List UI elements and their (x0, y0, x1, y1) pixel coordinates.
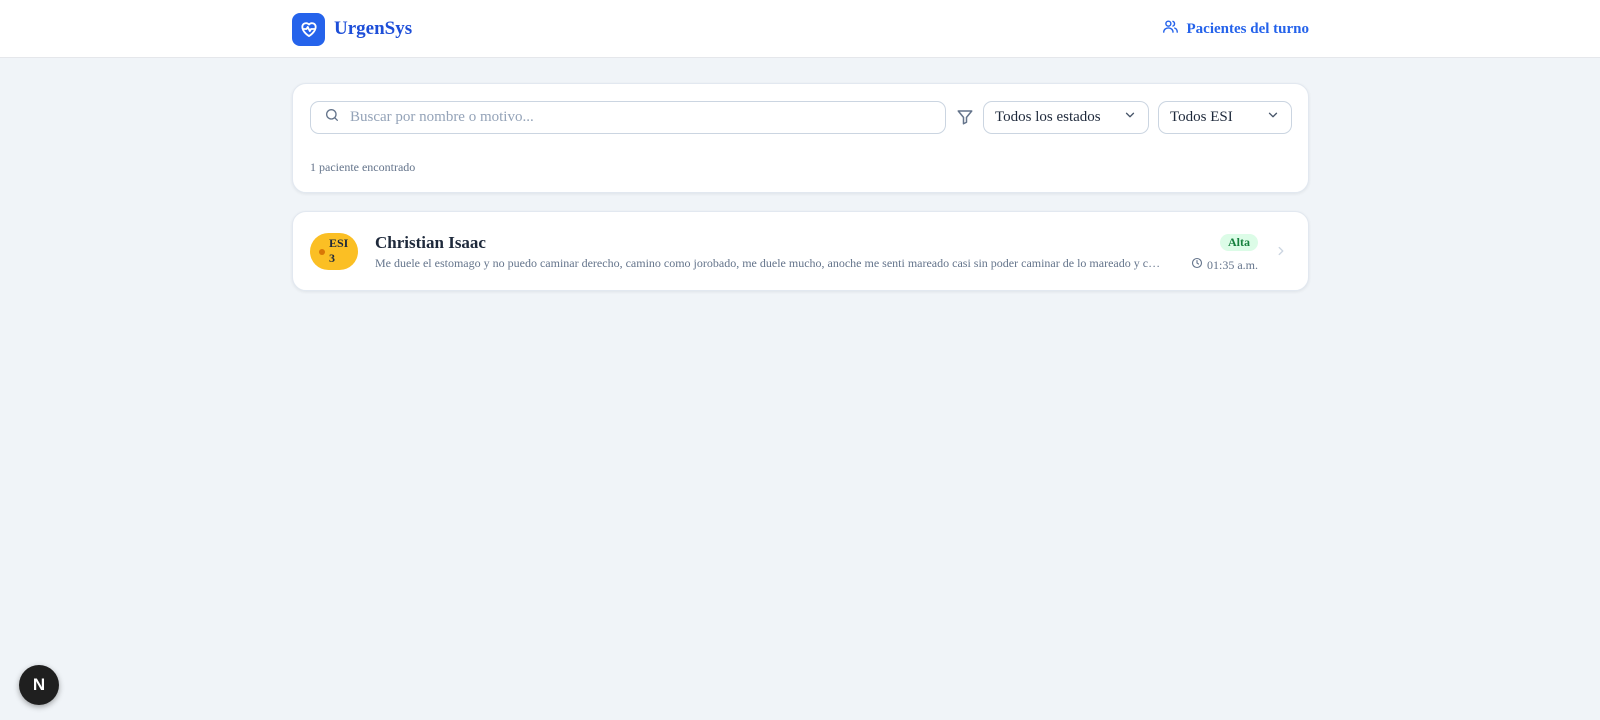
search-icon (324, 107, 340, 128)
status-select-value: Todos los estados (995, 109, 1101, 125)
esi-select[interactable]: Todos ESI (1158, 101, 1292, 134)
chevron-down-icon (1266, 108, 1280, 127)
nav-link-shift-patients[interactable]: Pacientes del turno (1162, 17, 1309, 41)
esi-level: 3 (329, 251, 335, 265)
status-badge: Alta (1220, 234, 1258, 251)
result-count: 1 paciente encontrado (310, 160, 416, 174)
nav-link-label: Pacientes del turno (1186, 20, 1309, 37)
filter-panel: Todos los estados Todos ESI 1 paciente e… (292, 83, 1309, 193)
clock-icon (1191, 257, 1203, 273)
status-select[interactable]: Todos los estados (983, 101, 1149, 134)
search-input[interactable] (350, 109, 930, 126)
patient-name: Christian Isaac (375, 233, 486, 252)
heart-pulse-icon (292, 12, 325, 46)
chevron-down-icon (1123, 108, 1137, 127)
patient-reason: Me duele el estomago y no puedo caminar … (375, 256, 1165, 270)
users-icon (1162, 18, 1179, 40)
brand-name: UrgenSys (334, 18, 413, 39)
esi-dot (319, 249, 325, 255)
dev-tools-logo: N (32, 675, 46, 694)
dev-tools-button[interactable]: N (19, 665, 59, 705)
patient-time: 01:35 a.m. (1191, 257, 1258, 273)
search-box[interactable] (310, 101, 946, 134)
patient-card[interactable]: ESI 3 Christian Isaac Me duele el estoma… (292, 211, 1309, 291)
brand[interactable]: UrgenSys (292, 12, 412, 46)
esi-select-value: Todos ESI (1170, 109, 1233, 125)
esi-label: ESI (329, 236, 349, 250)
patient-time-value: 01:35 a.m. (1207, 257, 1258, 272)
filter-icon (956, 108, 974, 131)
chevron-right-icon (1274, 244, 1288, 263)
esi-badge: ESI 3 (310, 233, 358, 270)
top-navigation-bar: UrgenSys Pacientes del turno (0, 0, 1600, 58)
